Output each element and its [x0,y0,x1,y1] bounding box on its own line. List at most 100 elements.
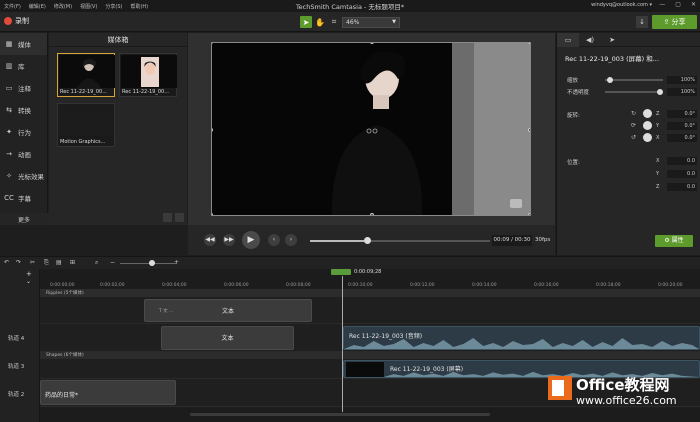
rotation-z-value[interactable]: 0.0° [667,110,697,118]
magnify-icon[interactable]: ⌕ [95,259,98,267]
horizontal-scrollbar[interactable] [190,413,490,416]
media-bin-title: 媒体箱 [49,33,187,47]
thumbnail-image [121,55,177,88]
timeline-zoom-slider[interactable] [120,263,176,264]
thumbnail-image [59,105,113,136]
add-track-icon[interactable]: + [26,270,32,278]
step-forward-icon[interactable]: ▶▶ [223,234,235,246]
rotate-x-icon: ↺ [631,134,637,141]
audio-clip[interactable]: Rec 11-22-19_003 (音频) [343,326,700,350]
track-2-label: 轨道 2 [8,392,25,398]
position-x-value[interactable]: 0.0 [667,157,697,165]
media-thumb[interactable]: Rec 11-22-19_00... [119,53,177,97]
minimize-icon[interactable]: — [659,1,665,8]
share-button[interactable]: ⇪ 分享 [652,15,697,29]
text-clip-label: 文本 [221,335,234,342]
ruler-tick: 0:00:12;00 [410,283,435,288]
rotation-y-value[interactable]: 0.0° [667,122,697,130]
sidebar-item-animations[interactable]: → 动画 [0,143,47,165]
cursor-properties-icon[interactable]: ➤ [601,33,623,47]
annotations-icon: ▭ [5,84,13,92]
previous-icon[interactable]: ‹ [268,234,280,246]
scrubber[interactable] [310,240,490,242]
sidebar-item-label: 库 [18,63,25,71]
sidebar-item-captions[interactable]: CC 字幕 [0,187,47,209]
scale-knob[interactable] [607,77,613,83]
sidebar-item-media[interactable]: ▦ 媒体 [0,33,47,55]
pan-tool-icon[interactable]: ✋ [314,16,326,28]
pointer-tool-icon[interactable]: ➤ [300,16,312,28]
preview-canvas[interactable] [211,42,531,216]
resize-handle[interactable] [212,213,213,215]
media-caption: Motion Graphics... [60,139,106,145]
sidebar-item-label: 注释 [18,85,31,93]
captions-icon: CC [4,194,14,202]
record-button[interactable]: 录制 [4,16,29,26]
step-back-icon[interactable]: ◀◀ [204,234,216,246]
opacity-slider[interactable] [605,91,663,93]
resize-handle[interactable] [528,43,530,44]
scale-label: 缩放 [567,78,579,84]
more-button[interactable]: 更多 [18,215,30,224]
opacity-knob[interactable] [657,89,663,95]
rotate-y-knob[interactable] [643,121,652,130]
sidebar-item-cursor-effects[interactable]: ✧ 光标效果 [0,165,47,187]
resize-handle[interactable] [528,213,530,215]
sidebar-item-library[interactable]: ▥ 库 [0,55,47,77]
crop-tool-icon[interactable]: ⌗ [328,16,340,28]
rotation-x-value[interactable]: 0.0° [667,134,697,142]
next-icon[interactable]: › [285,234,297,246]
media-thumb[interactable]: Motion Graphics... [57,103,115,147]
copy-icon[interactable]: ⎘ [44,259,49,267]
scrubber-knob[interactable] [364,237,371,244]
group-ripples-header[interactable]: Ripples (5个媒体) [40,290,700,297]
scale-value[interactable]: 100% [667,76,697,84]
axis-x-label: X [656,158,660,164]
media-icon: ▦ [5,40,13,48]
position-z-value[interactable]: 0.0 [667,183,697,191]
sidebar-item-transitions[interactable]: ⇆ 转换 [0,99,47,121]
timeline-zoom-knob[interactable] [149,260,155,266]
account-menu[interactable]: windyvq@outlook.com ▾ [591,2,652,8]
resize-handle[interactable] [528,128,530,132]
play-icon[interactable]: ▶ [242,231,260,249]
media-thumb[interactable]: Rec 11-22-19_00... [57,53,115,97]
paste-icon[interactable]: ▤ [56,259,62,266]
sidebar-item-behaviors[interactable]: ✦ 行为 [0,121,47,143]
sidebar-item-label: 字幕 [18,195,31,203]
group-shapes-header[interactable]: Shapes (6个媒体) [40,352,700,359]
text-clip[interactable]: 药品的日常* [40,380,176,405]
zoom-out-icon[interactable]: − [110,259,115,266]
timeline-ruler[interactable]: 0:00:09;28 0:00:00;00 0:00:02;00 0:00:04… [40,269,700,290]
rotate-z-knob[interactable] [643,109,652,118]
playhead-handle[interactable] [331,269,351,275]
split-icon[interactable]: ⊞ [70,259,75,266]
undo-icon[interactable]: ↶ [4,259,9,266]
chevron-down-icon: ▼ [392,19,396,25]
cut-icon[interactable]: ✂ [30,259,35,266]
sidebar-item-annotations[interactable]: ▭ 注释 [0,77,47,99]
canvas-area [188,33,555,225]
collapse-icon[interactable]: ⌄ [26,278,31,285]
download-icon[interactable]: ↓ [636,16,648,28]
scale-slider[interactable] [605,79,663,81]
grid-view-icon[interactable] [163,213,172,222]
visual-properties-icon[interactable]: ▭ [557,33,579,47]
zoom-select[interactable]: 46% ▼ [342,17,400,28]
list-view-icon[interactable] [175,213,184,222]
redo-icon[interactable]: ↷ [16,259,21,266]
properties-button[interactable]: ⚙ 属性 [655,235,693,247]
resize-handle[interactable] [370,213,374,215]
zoom-in-icon[interactable]: + [174,259,179,266]
audio-properties-icon[interactable]: ◀) [579,33,601,47]
media-bin: 媒体箱 Rec 11-22-19_00... Rec 11-22-19_00..… [49,33,187,225]
maximize-icon[interactable]: ▢ [675,1,681,8]
text-clip[interactable]: T 文 ... 文本 [144,299,312,322]
opacity-value[interactable]: 100% [667,88,697,96]
watermark-name: Office教程网 [576,376,670,394]
record-icon [4,17,12,25]
position-y-value[interactable]: 0.0 [667,170,697,178]
close-icon[interactable]: ✕ [691,1,696,8]
text-clip[interactable]: 文本 [161,326,294,350]
rotate-x-knob[interactable] [643,133,652,142]
